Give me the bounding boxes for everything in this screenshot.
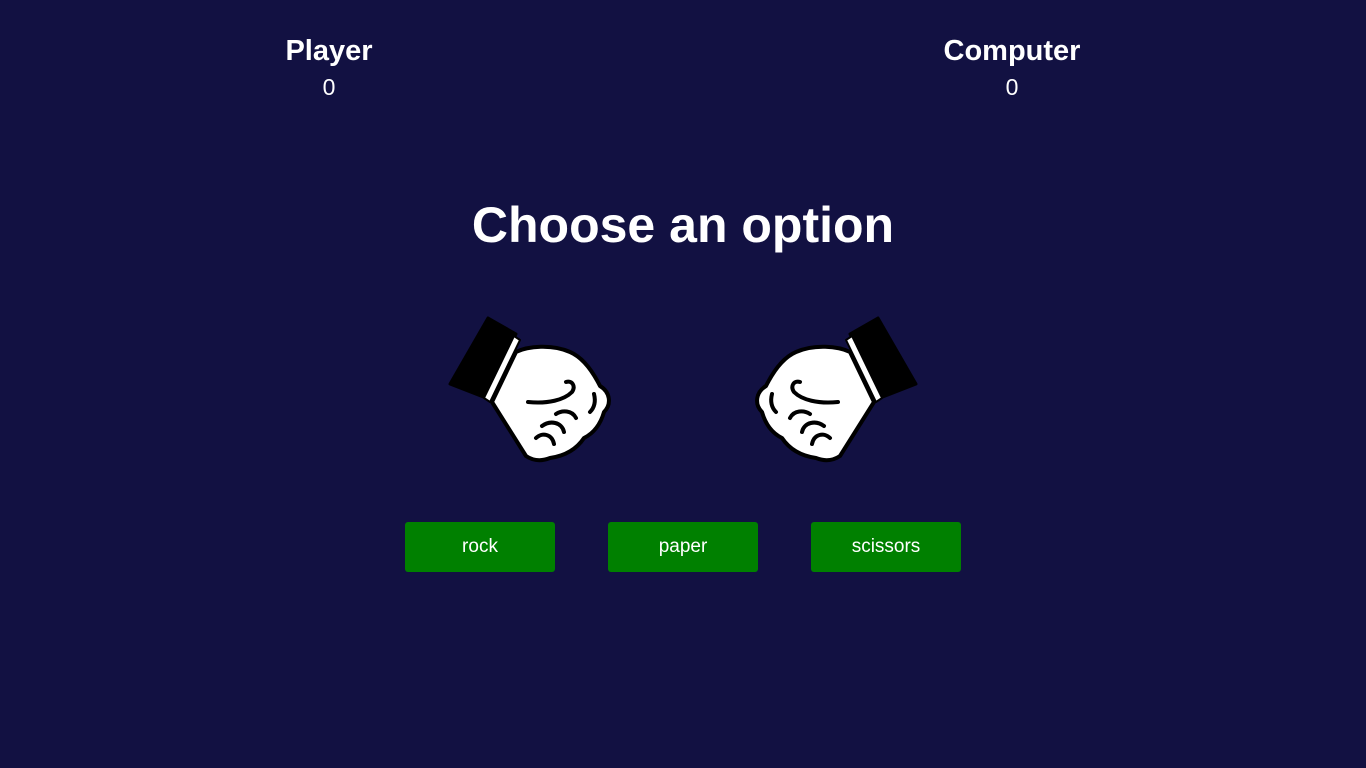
computer-label: Computer [943,35,1081,67]
player-hand-fist-icon [444,314,616,466]
scissors-button[interactable]: scissors [811,522,961,572]
computer-hand-fist-icon [750,314,922,466]
player-score: 0 [322,74,336,100]
computer-score: 0 [1005,74,1019,100]
player-label: Player [285,35,373,67]
rock-button[interactable]: rock [405,522,555,572]
paper-button[interactable]: paper [608,522,758,572]
page-title: Choose an option [471,197,895,253]
player-score-panel: Player 0 [219,34,439,102]
computer-score-panel: Computer 0 [902,34,1122,102]
